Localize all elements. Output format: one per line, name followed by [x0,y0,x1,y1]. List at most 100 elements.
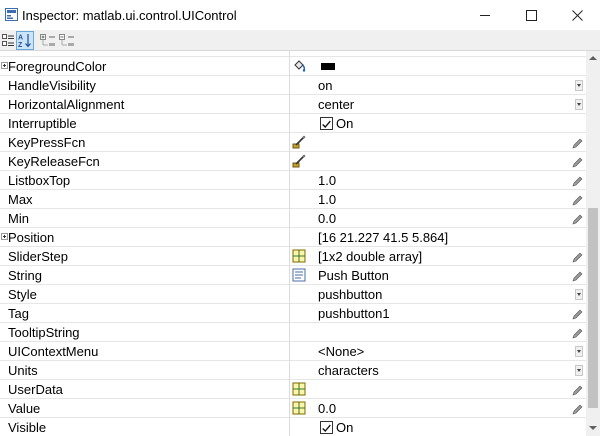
title-bar: Inspector: matlab.ui.control.UIControl [0,0,600,30]
paint-bucket-icon[interactable] [291,58,307,74]
property-row-max[interactable]: Max 1.0 [0,190,586,209]
collapse-all-button[interactable] [58,31,76,50]
property-row-handlevisibility[interactable]: HandleVisibility on [0,76,586,95]
property-row-interruptible[interactable]: Interruptible On [0,114,586,133]
expand-all-icon [40,34,55,46]
close-button[interactable] [554,0,600,30]
property-row-listboxtop[interactable]: ListboxTop 1.0 [0,171,586,190]
column-separator [289,380,290,399]
property-name: String [8,268,42,283]
property-name: HandleVisibility [8,78,96,93]
property-row-keyreleasefcn[interactable]: KeyReleaseFcn [0,152,586,171]
property-value[interactable]: [16 21.227 41.5 5.864] [318,230,448,245]
expand-icon[interactable] [1,62,8,69]
property-name: Interruptible [8,116,77,131]
property-name: Value [8,401,41,416]
property-value[interactable]: 0.0 [318,401,336,416]
property-row-position[interactable]: Position [16 21.227 41.5 5.864] [0,228,586,247]
property-value[interactable]: on [318,78,332,93]
property-row-foregroundcolor[interactable]: ForegroundColor [0,57,586,76]
array-editor-icon[interactable] [291,248,307,264]
edit-pencil-icon[interactable] [572,327,583,339]
edit-pencil-icon[interactable] [572,251,583,263]
checkbox-label: On [336,420,354,435]
property-row-visible[interactable]: Visible On [0,418,586,436]
column-separator [289,95,290,114]
column-separator [289,323,290,342]
maximize-button[interactable] [508,0,554,30]
column-separator [289,190,290,209]
edit-pencil-icon[interactable] [572,194,583,206]
property-name: UIContextMenu [8,344,99,359]
scrollbar-thumb[interactable] [588,208,598,408]
categorized-view-button[interactable] [0,31,16,50]
collapse-all-icon [59,34,74,46]
checkbox-label: On [336,116,354,131]
property-value[interactable]: center [318,97,354,112]
edit-pencil-icon[interactable] [572,175,583,187]
property-row-tag[interactable]: Tag pushbutton1 [0,304,586,323]
edit-pencil-icon[interactable] [572,308,583,320]
edit-pencil-icon[interactable] [572,137,583,149]
property-row-userdata[interactable]: UserData [0,380,586,399]
checkbox[interactable] [320,421,333,434]
function-editor-icon[interactable] [291,134,307,150]
column-separator [289,247,290,266]
property-name: Style [8,287,37,302]
maximize-icon [525,9,537,21]
property-name: Min [8,211,29,226]
property-row-tooltipstring[interactable]: TooltipString [0,323,586,342]
property-row-min[interactable]: Min 0.0 [0,209,586,228]
column-separator [289,152,290,171]
dropdown-arrow-icon[interactable] [575,365,583,376]
checkbox[interactable] [320,117,333,130]
property-row-keypressfcn[interactable]: KeyPressFcn [0,133,586,152]
property-name: Units [8,363,38,378]
svg-text:Z: Z [18,42,23,48]
svg-text:A: A [18,35,23,42]
dropdown-arrow-icon[interactable] [575,80,583,91]
property-row-uicontextmenu[interactable]: UIContextMenu <None> [0,342,586,361]
property-row-style[interactable]: Style pushbutton [0,285,586,304]
scroll-up-arrow-icon[interactable] [586,51,600,65]
array-editor-icon[interactable] [291,400,307,416]
property-row-string[interactable]: String Push Button [0,266,586,285]
dropdown-arrow-icon[interactable] [575,346,583,357]
property-value[interactable]: Push Button [318,268,389,283]
property-value[interactable]: <None> [318,344,364,359]
function-editor-icon[interactable] [291,153,307,169]
property-row-units[interactable]: Units characters [0,361,586,380]
minimize-icon [479,14,490,16]
dropdown-arrow-icon[interactable] [575,99,583,110]
edit-pencil-icon[interactable] [572,156,583,168]
dropdown-arrow-icon[interactable] [575,289,583,300]
sort-alphabetically-button[interactable]: A Z [16,31,34,50]
property-row-value[interactable]: Value 0.0 [0,399,586,418]
property-value[interactable]: 0.0 [318,211,336,226]
scroll-down-arrow-icon[interactable] [586,421,600,435]
edit-pencil-icon[interactable] [572,403,583,415]
property-value[interactable]: pushbutton1 [318,306,390,321]
minimize-button[interactable] [462,0,508,30]
color-swatch[interactable] [321,63,335,70]
property-value[interactable]: 1.0 [318,192,336,207]
property-value[interactable]: [1x2 double array] [318,249,422,264]
column-separator [289,209,290,228]
column-separator [289,114,290,133]
expand-icon[interactable] [1,233,8,240]
text-editor-icon[interactable] [291,267,307,283]
property-row-horizontalalignment[interactable]: HorizontalAlignment center [0,95,586,114]
edit-pencil-icon[interactable] [572,384,583,396]
array-editor-icon[interactable] [291,381,307,397]
property-value[interactable]: pushbutton [318,287,382,302]
edit-pencil-icon[interactable] [572,270,583,282]
edit-pencil-icon[interactable] [572,213,583,225]
property-name: Position [8,230,55,245]
expand-all-button[interactable] [39,31,57,50]
sort-alphabetically-icon: A Z [18,34,31,48]
property-name: HorizontalAlignment [8,97,125,112]
property-name: SliderStep [8,249,68,264]
property-value[interactable]: characters [318,363,379,378]
property-row-sliderstep[interactable]: SliderStep [1x2 double array] [0,247,586,266]
property-value[interactable]: 1.0 [318,173,336,188]
